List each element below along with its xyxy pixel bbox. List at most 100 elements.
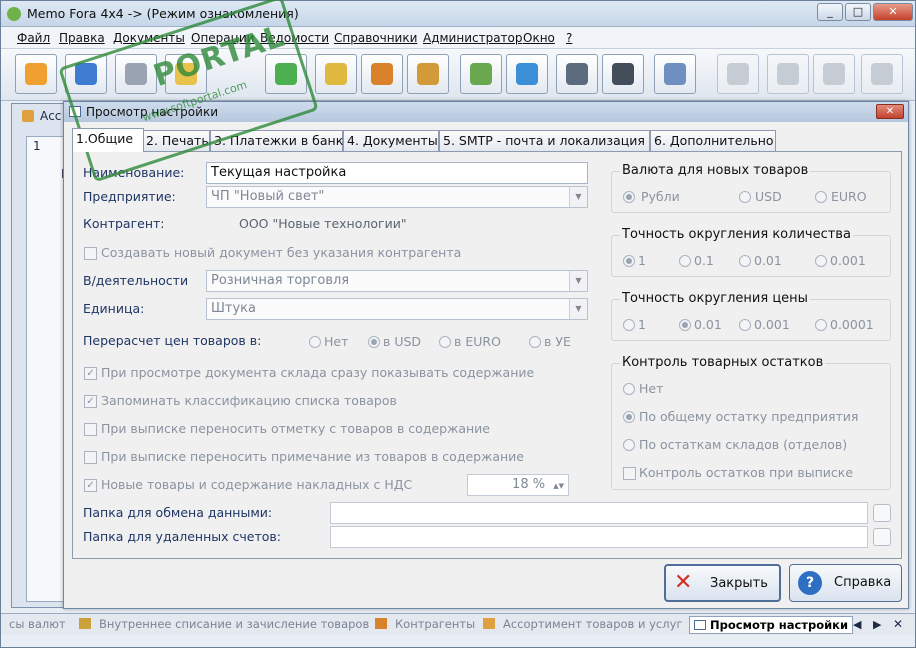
spinner-icon: ▲▼ (553, 482, 564, 490)
task-writeoff[interactable]: Внутреннее списание и зачисление товаров (75, 616, 373, 634)
users-button[interactable] (361, 54, 403, 94)
qty-precision-title: Точность округления количества (620, 227, 853, 242)
notes-button[interactable] (15, 54, 57, 94)
qty-0001-radio[interactable] (815, 255, 827, 267)
background-tab[interactable]: 1 (33, 139, 41, 153)
download-button[interactable] (265, 54, 307, 94)
folder-icon (175, 63, 197, 85)
tool3-icon (823, 63, 845, 85)
tool1-button[interactable] (717, 54, 759, 94)
chart-button[interactable] (506, 54, 548, 94)
stock-check-label: Контроль остатков при выписке (639, 465, 854, 480)
scales-button[interactable] (315, 54, 357, 94)
folder-button[interactable] (165, 54, 207, 94)
vat-checkbox[interactable]: ✓ (84, 479, 97, 492)
qty-01-radio[interactable] (679, 255, 691, 267)
task-assortment[interactable]: Ассортимент товаров и услуг (479, 616, 686, 634)
menu-references[interactable]: Справочники (334, 31, 417, 45)
tab-bank-payments[interactable]: 3. Платежки в банк (210, 130, 343, 151)
tab-additional[interactable]: 6. Дополнительно (650, 130, 776, 151)
menu-file[interactable]: Файл (17, 31, 50, 45)
qty-001-label: 0.01 (754, 253, 782, 268)
general-tab-panel: Наименование: Текущая настройка Предприя… (72, 151, 902, 559)
card-button[interactable] (65, 54, 107, 94)
vat-input[interactable]: 18 % ▲▼ (467, 474, 569, 496)
binoculars-button[interactable] (556, 54, 598, 94)
transfer-mark-checkbox[interactable] (84, 423, 97, 436)
task-contractors[interactable]: Контрагенты (371, 616, 479, 634)
background-window: Асс 1 П (11, 103, 71, 608)
currency-euro-radio[interactable] (815, 191, 827, 203)
name-label: Наименование: (83, 165, 185, 180)
recalc-euro-radio[interactable] (439, 336, 451, 348)
activity-label: В/деятельности (83, 273, 189, 288)
scroll-right-icon[interactable]: ▶ (873, 618, 881, 631)
task-settings-view[interactable]: Просмотр настройки (689, 616, 854, 634)
tab-print[interactable]: 2. Печать (142, 130, 210, 151)
print-button[interactable] (115, 54, 157, 94)
menu-statements[interactable]: Ведомости (260, 31, 329, 45)
browse-exchange-button[interactable] (873, 504, 891, 522)
recalc-none-radio[interactable] (309, 336, 321, 348)
stock-enterprise-radio[interactable] (623, 411, 635, 423)
edit-button[interactable] (654, 54, 696, 94)
minimize-button[interactable]: _ (817, 3, 843, 21)
remember-classification-label: Запоминать классификацию списка товаров (101, 393, 397, 408)
window-taskbar: сы валют Внутреннее списание и зачислени… (1, 613, 915, 635)
price-001-radio[interactable] (679, 319, 691, 331)
menu-operations[interactable]: Операции (191, 31, 254, 45)
tool2-button[interactable] (767, 54, 809, 94)
price-0001-radio[interactable] (739, 319, 751, 331)
menu-window[interactable]: Окно (523, 31, 555, 45)
help-button[interactable]: ? Справка (789, 564, 902, 602)
currency-group-title: Валюта для новых товаров (620, 163, 811, 178)
tool3-button[interactable] (813, 54, 855, 94)
tool4-button[interactable] (861, 54, 903, 94)
currency-usd-radio[interactable] (739, 191, 751, 203)
activity-select[interactable]: Розничная торговля ▼ (206, 270, 588, 292)
stock-check-checkbox[interactable] (623, 467, 636, 480)
menu-edit[interactable]: Правка (59, 31, 105, 45)
task-settings-view-label: Просмотр настройки (710, 618, 849, 632)
qty-1-radio[interactable] (623, 255, 635, 267)
close-task-icon[interactable]: ✕ (893, 617, 903, 631)
box-button[interactable] (407, 54, 449, 94)
tab-smtp[interactable]: 5. SMTP - почта и локализация (439, 130, 650, 151)
transfer-note-checkbox[interactable] (84, 451, 97, 464)
exchange-folder-input[interactable] (330, 502, 868, 524)
stock-warehouse-radio[interactable] (623, 439, 635, 451)
enterprise-select[interactable]: ЧП "Новый свет" ▼ (206, 186, 588, 208)
recalc-usd-radio[interactable] (368, 336, 380, 348)
close-button[interactable]: ✕ (873, 3, 913, 21)
create-without-contractor-checkbox[interactable] (84, 247, 97, 260)
maximize-button[interactable]: □ (845, 3, 871, 21)
unit-select[interactable]: Штука ▼ (206, 298, 588, 320)
stock-warehouse-label: По остаткам складов (отделов) (639, 437, 848, 452)
tab-general[interactable]: 1.Общие (72, 128, 144, 152)
recalc-ue-radio[interactable] (529, 336, 541, 348)
price-1-radio[interactable] (623, 319, 635, 331)
deleted-folder-input[interactable] (330, 526, 868, 548)
price-00001-label: 0.0001 (830, 317, 874, 332)
currency-euro-label: EURO (831, 189, 867, 204)
close-dialog-button[interactable]: ✕ Закрыть (664, 564, 781, 602)
stock-none-radio[interactable] (623, 383, 635, 395)
remember-classification-checkbox[interactable]: ✓ (84, 395, 97, 408)
tab-documents[interactable]: 4. Документы (343, 130, 439, 151)
name-input[interactable]: Текущая настройка (206, 162, 588, 184)
user-doc-button[interactable] (460, 54, 502, 94)
headset-button[interactable] (602, 54, 644, 94)
create-without-contractor-label: Создавать новый документ без указания ко… (101, 245, 462, 260)
scroll-left-icon[interactable]: ◀ (853, 618, 861, 631)
browse-deleted-button[interactable] (873, 528, 891, 546)
currency-rub-radio[interactable] (623, 191, 635, 203)
dialog-close-button[interactable]: ✕ (876, 104, 904, 119)
menu-documents[interactable]: Документы (113, 31, 185, 45)
menu-admin[interactable]: Администратор (423, 31, 523, 45)
show-content-checkbox[interactable]: ✓ (84, 367, 97, 380)
task-rates[interactable]: сы валют (5, 616, 70, 634)
menu-help[interactable]: ? (566, 31, 572, 45)
qty-001-radio[interactable] (739, 255, 751, 267)
price-00001-radio[interactable] (815, 319, 827, 331)
activity-value: Розничная торговля (211, 273, 350, 288)
